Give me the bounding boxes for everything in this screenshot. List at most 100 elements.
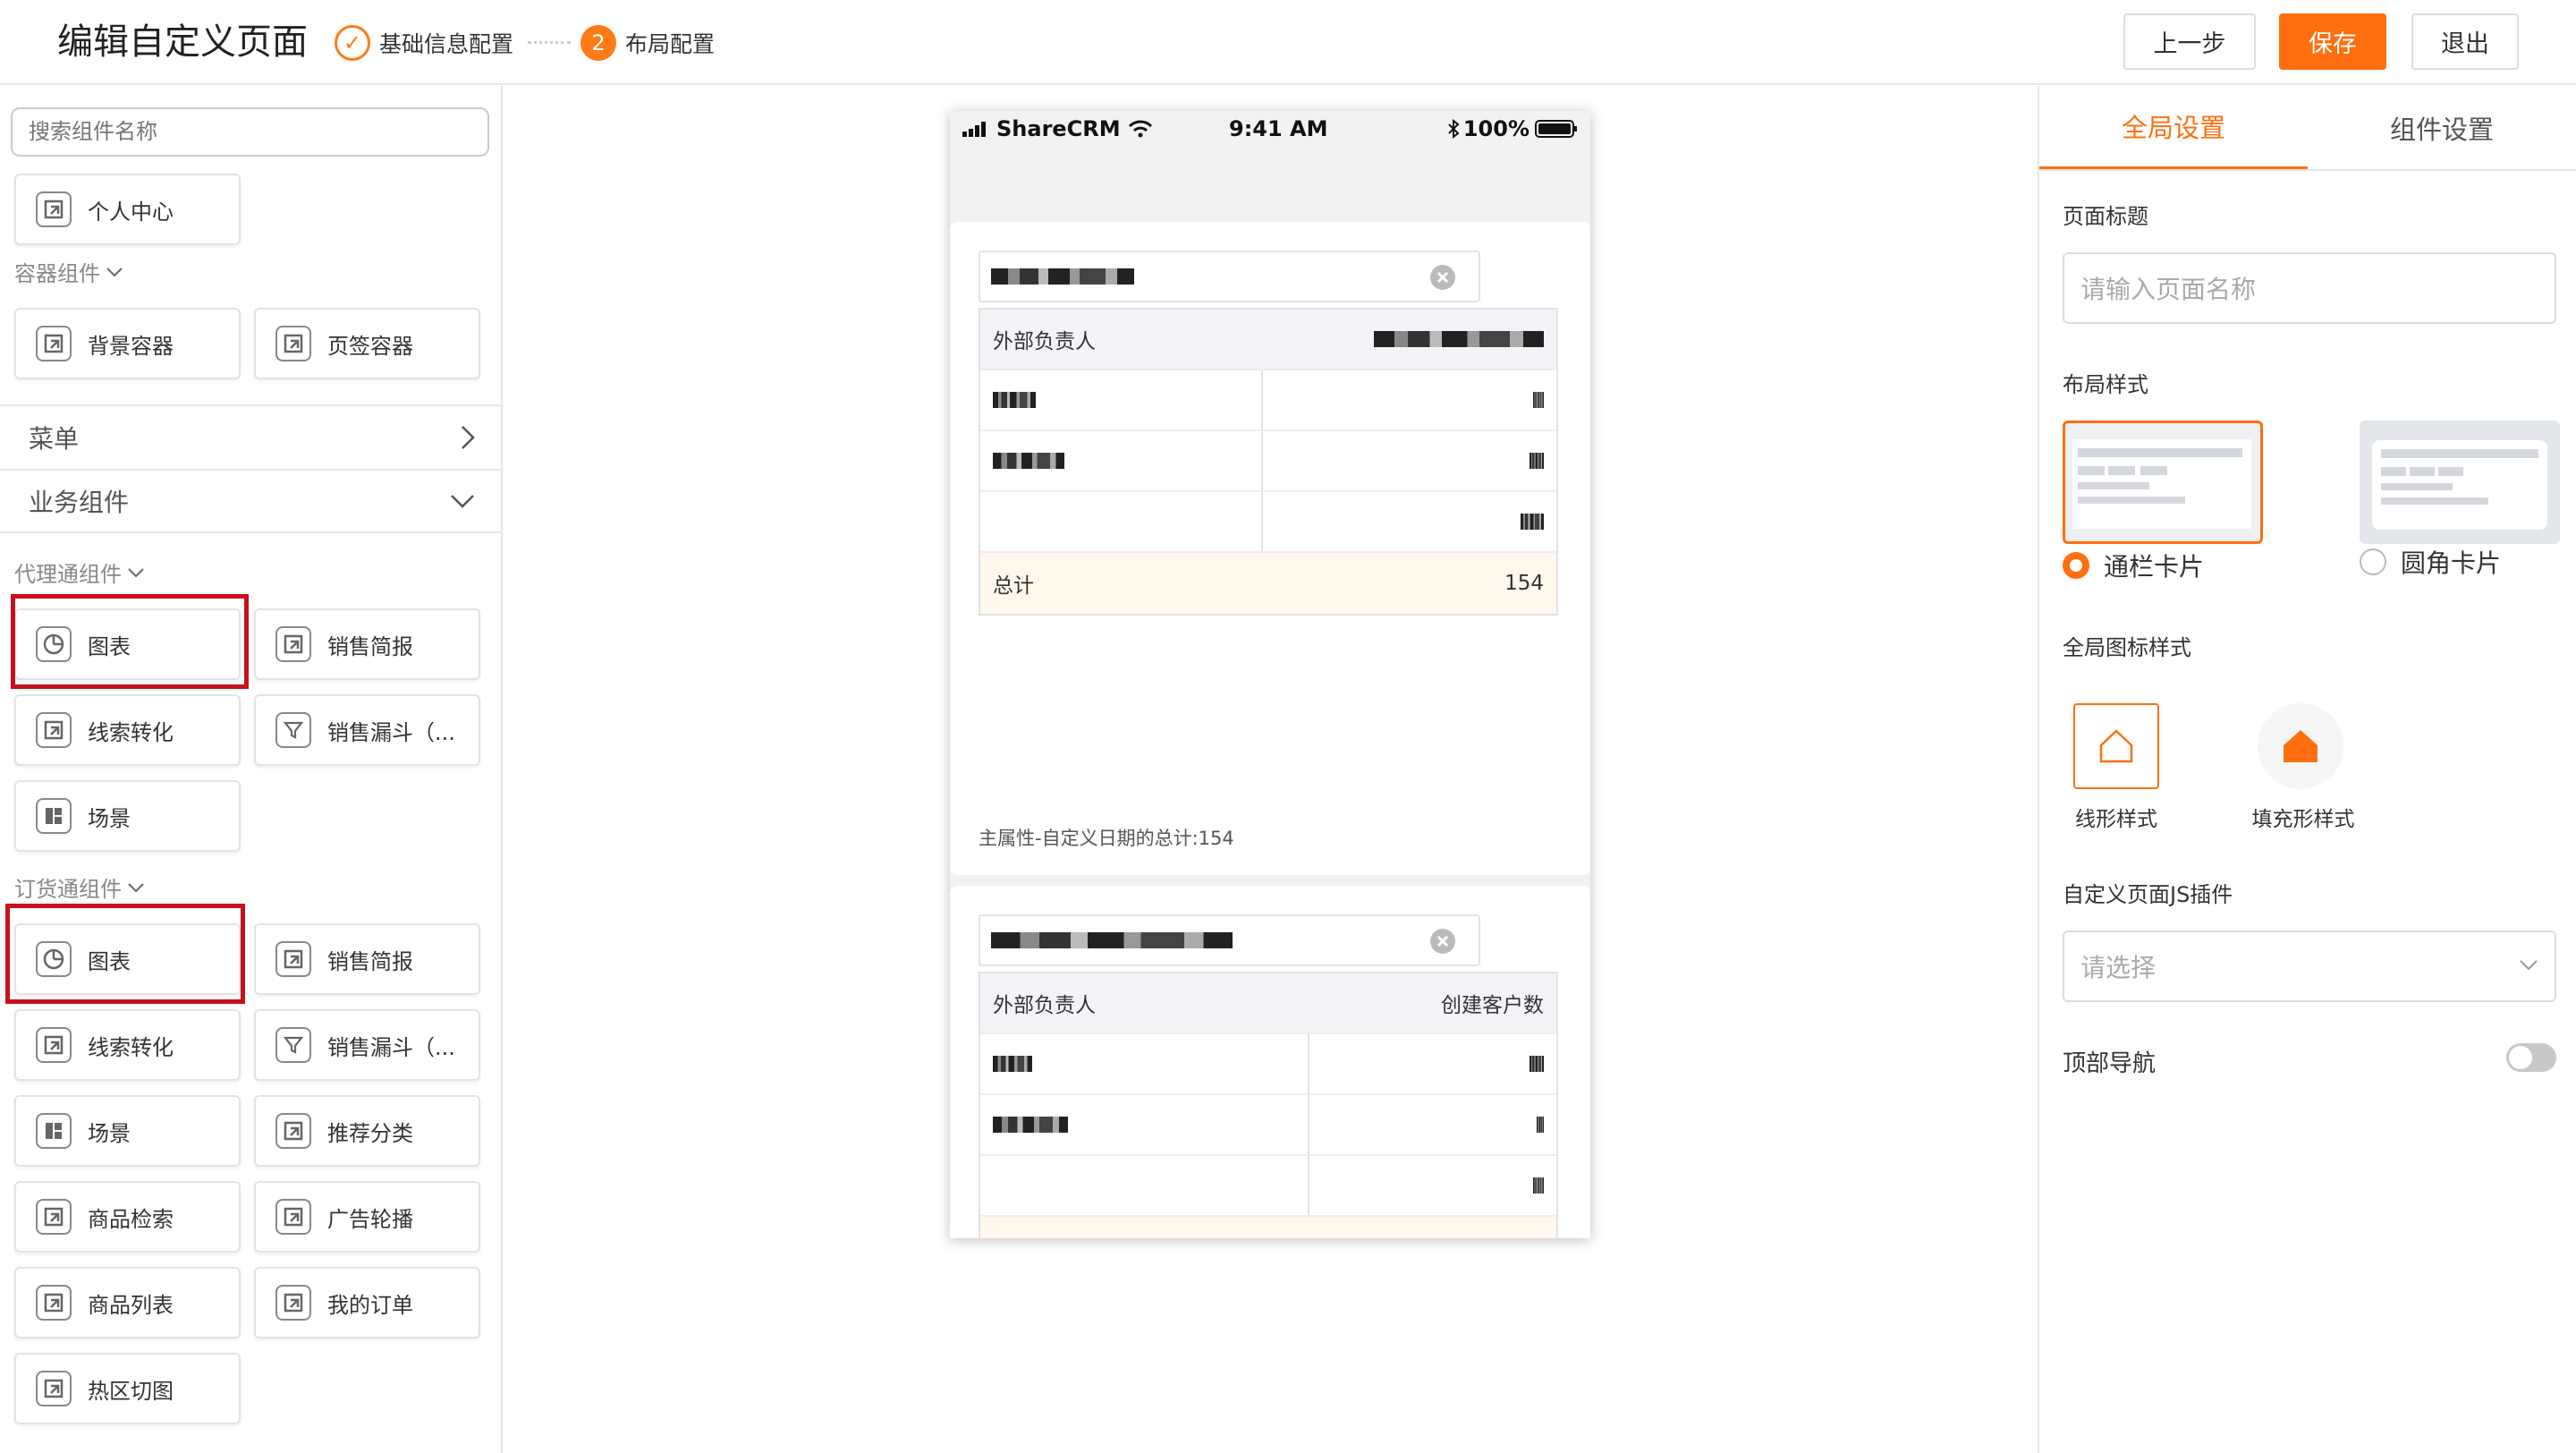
component-sales-funnel[interactable]: 销售漏斗（... (254, 1009, 480, 1081)
radio-rounded-card[interactable]: 圆角卡片 (2360, 544, 2501, 580)
column-header: 外部负责人 (993, 330, 1096, 353)
component-scene[interactable]: 场景 (14, 1095, 241, 1167)
step-number: 2 (580, 25, 616, 61)
pixelated-text (1533, 392, 1544, 408)
component-label: 我的订单 (327, 1292, 413, 1318)
table-row (980, 431, 1556, 492)
home-outline-icon (2096, 726, 2137, 767)
component-product-list[interactable]: 商品列表 (14, 1267, 241, 1338)
component-bg-container[interactable]: 背景容器 (14, 308, 241, 379)
step-layout-label: 布局配置 (625, 31, 716, 57)
chevron-down-icon (449, 493, 476, 509)
layout-grid-icon (36, 798, 72, 834)
chevron-down-icon (2519, 959, 2538, 972)
home-filled-icon (2280, 726, 2321, 767)
report-card[interactable]: 外部负责人 总计 154 主属性-自定义日期的总计:154 (950, 222, 1590, 875)
select-placeholder: 请选择 (2080, 953, 2157, 982)
component-label: 场景 (88, 805, 131, 831)
toggle-knob (2509, 1046, 2532, 1069)
component-sales-funnel[interactable]: 销售漏斗（... (254, 694, 480, 766)
component-icon (36, 1199, 72, 1235)
accordion-menu[interactable]: 菜单 (0, 404, 501, 469)
icon-style-filled[interactable] (2258, 703, 2343, 789)
summary-text: 主属性-自定义日期的总计:154 (979, 828, 1234, 849)
table-row (980, 370, 1556, 431)
radio-fullwidth-card[interactable]: 通栏卡片 (2063, 548, 2204, 583)
funnel-icon (275, 1027, 311, 1063)
battery-icon (1535, 119, 1578, 139)
prev-step-button[interactable]: 上一步 (2123, 13, 2256, 70)
page-title-label: 页面标题 (2063, 204, 2148, 229)
settings-panel: 全局设置 组件设置 页面标题 请输入页面名称 布局样式 通栏卡片 圆角卡片 全局… (2038, 86, 2576, 1453)
column-header: 外部负责人 (993, 994, 1096, 1017)
component-scene[interactable]: 场景 (14, 780, 241, 852)
exit-button[interactable]: 退出 (2411, 13, 2519, 70)
chevron-down-icon (127, 566, 145, 579)
carrier-name: ShareCRM (996, 116, 1121, 141)
component-icon (275, 326, 311, 361)
component-sales-brief[interactable]: 销售简报 (254, 608, 480, 680)
filter-tag[interactable] (979, 251, 1480, 302)
component-label: 销售漏斗（... (327, 1034, 455, 1060)
table-header-row: 外部负责人 (980, 310, 1556, 370)
component-personal-center[interactable]: 个人中心 (14, 174, 241, 245)
component-my-orders[interactable]: 我的订单 (254, 1267, 480, 1338)
js-plugin-select[interactable]: 请选择 (2063, 930, 2556, 1002)
close-circle-icon[interactable] (1428, 927, 1457, 956)
pixelated-text (1533, 1177, 1544, 1194)
page-title: 编辑自定义页面 (57, 21, 308, 63)
layout-style-label: 布局样式 (2063, 372, 2148, 397)
component-label: 销售简报 (327, 948, 413, 974)
layout-preview-image (2072, 439, 2251, 529)
table-row (980, 1095, 1556, 1156)
component-icon (275, 1199, 311, 1235)
radio-unselected-icon (2360, 548, 2386, 575)
icon-style-line[interactable] (2073, 703, 2159, 789)
layout-grid-icon (36, 1113, 72, 1149)
component-label: 页签容器 (327, 333, 413, 359)
component-icon (275, 1285, 311, 1321)
component-lead-conversion[interactable]: 线索转化 (14, 1009, 241, 1081)
pixelated-text (1374, 331, 1544, 347)
pixelated-text (1521, 514, 1544, 530)
component-product-search[interactable]: 商品检索 (14, 1181, 241, 1253)
component-search-input[interactable] (11, 107, 489, 157)
close-circle-icon[interactable] (1428, 263, 1457, 292)
section-order[interactable]: 订货通组件 (14, 871, 145, 903)
section-agent[interactable]: 代理通组件 (14, 557, 145, 588)
component-sales-brief[interactable]: 销售简报 (254, 923, 480, 995)
accordion-business[interactable]: 业务组件 (0, 469, 501, 533)
icon-style-label: 全局图标样式 (2063, 635, 2191, 660)
table-total-row (980, 1217, 1556, 1238)
component-tab-container[interactable]: 页签容器 (254, 308, 480, 379)
highlight-box (5, 904, 245, 1004)
tab-global-settings[interactable]: 全局设置 (2039, 86, 2308, 170)
pixelated-text (1530, 1056, 1544, 1072)
component-label: 推荐分类 (327, 1120, 413, 1146)
component-lead-conversion[interactable]: 线索转化 (14, 694, 241, 766)
component-ad-carousel[interactable]: 广告轮播 (254, 1181, 480, 1253)
section-container[interactable]: 容器组件 (14, 256, 123, 287)
radio-selected-icon (2063, 552, 2089, 579)
component-icon (36, 1371, 72, 1406)
tab-divider (2039, 169, 2576, 171)
check-icon: ✓ (335, 25, 370, 61)
component-icon (275, 941, 311, 977)
top-nav-toggle[interactable] (2506, 1043, 2556, 1072)
layout-option-rounded-card[interactable] (2360, 421, 2560, 544)
component-recommend-category[interactable]: 推荐分类 (254, 1095, 480, 1167)
save-button[interactable]: 保存 (2279, 13, 2386, 70)
component-hotspot-image[interactable]: 热区切图 (14, 1353, 241, 1424)
highlight-box (11, 594, 249, 689)
icon-style-filled-label: 填充形样式 (2251, 808, 2355, 831)
total-value: 154 (1504, 572, 1544, 595)
layout-option-fullwidth-card[interactable] (2063, 421, 2263, 544)
table-row (980, 1156, 1556, 1217)
component-label: 广告轮播 (327, 1206, 413, 1232)
page-title-input[interactable]: 请输入页面名称 (2063, 252, 2556, 324)
filter-tag[interactable] (979, 914, 1480, 966)
component-icon (275, 626, 311, 662)
report-card[interactable]: 外部负责人 创建客户数 (950, 886, 1590, 1238)
tab-component-settings[interactable]: 组件设置 (2308, 86, 2576, 170)
component-label: 场景 (88, 1120, 131, 1146)
